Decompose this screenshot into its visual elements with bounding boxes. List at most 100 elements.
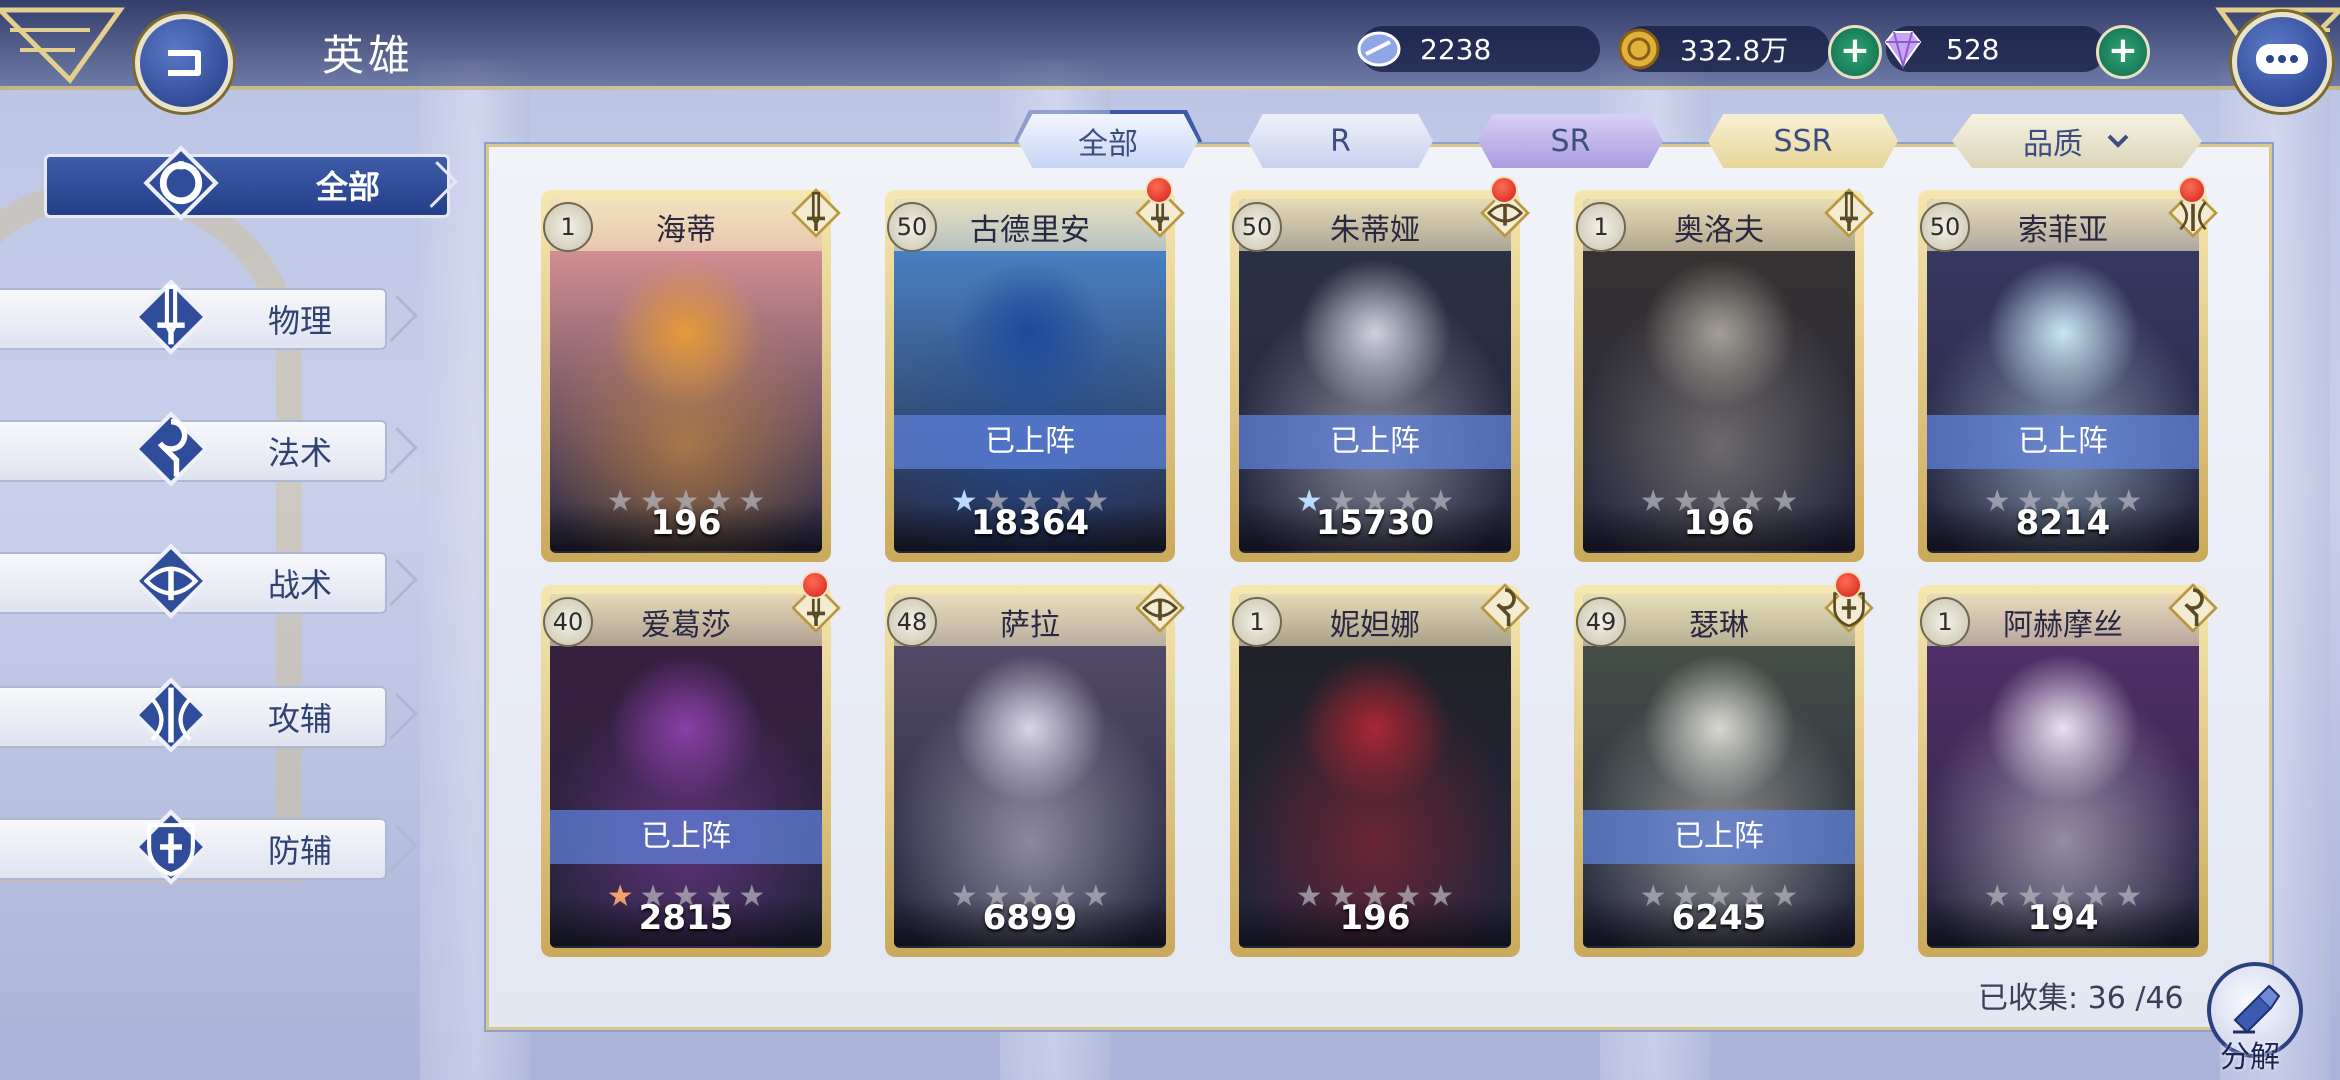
add-gold-button[interactable]: + xyxy=(1828,25,1882,79)
notification-dot xyxy=(1490,176,1518,204)
tab-4[interactable]: 品质 xyxy=(1952,114,2202,168)
hero-power: 196 xyxy=(1583,503,1855,551)
hero-portrait: 瑟琳 已上阵 ★ ★ ★ ★ ★ 6245 xyxy=(1583,594,1855,948)
hero-portrait: 索菲亚 已上阵 ★ ★ ★ ★ ★ 8214 xyxy=(1927,199,2199,553)
collection-count: 已收集: 36 /46 xyxy=(1978,981,2184,1016)
gold-coin-icon xyxy=(1618,28,1660,70)
tab-3[interactable]: SSR xyxy=(1708,114,1898,168)
hero-power: 6899 xyxy=(894,898,1166,946)
sidebar-item-label: 全部 xyxy=(316,168,381,206)
hero-portrait: 萨拉 ★ ★ ★ ★ ★ 6899 xyxy=(894,594,1166,948)
tab-label: 品质 xyxy=(2023,127,2083,162)
sidebar-item-label: 物理 xyxy=(268,302,333,340)
hero-power: 15730 xyxy=(1239,503,1511,551)
notification-dot xyxy=(1145,176,1173,204)
add-diamond-button[interactable]: + xyxy=(2096,25,2150,79)
hero-level: 48 xyxy=(887,597,937,647)
diamond-counter: 528 xyxy=(1884,26,2106,72)
hero-card[interactable]: 爱葛莎 已上阵 ★ ★ ★ ★ ★ 2815 40 xyxy=(541,571,841,957)
hero-card[interactable]: 古德里安 已上阵 ★ ★ ★ ★ ★ 18364 50 xyxy=(885,176,1185,562)
sidebar-item-icon xyxy=(130,540,212,622)
hero-portrait: 阿赫摩丝 ★ ★ ★ ★ ★ 194 xyxy=(1927,594,2199,948)
stamina-icon xyxy=(1357,31,1401,67)
deployed-banner: 已上阵 xyxy=(1583,810,1855,864)
hero-level: 50 xyxy=(887,202,937,252)
sidebar-item-1[interactable]: 物理 xyxy=(0,276,418,358)
tab-2[interactable]: SR xyxy=(1478,114,1663,168)
hero-card[interactable]: 阿赫摩丝 ★ ★ ★ ★ ★ 194 1 xyxy=(1918,583,2218,957)
hero-level: 1 xyxy=(1920,597,1970,647)
sidebar-item-3[interactable]: 战术 xyxy=(0,540,418,622)
hero-level: 49 xyxy=(1576,597,1626,647)
hero-level: 50 xyxy=(1920,202,1970,252)
deployed-banner: 已上阵 xyxy=(894,415,1166,469)
decompose-label: 分解 xyxy=(2220,1040,2280,1075)
tab-label: SSR xyxy=(1773,123,1833,159)
hero-power: 196 xyxy=(1239,898,1511,946)
tab-1[interactable]: R xyxy=(1248,114,1433,168)
notification-dot xyxy=(801,571,829,599)
chat-bubble-icon xyxy=(2256,44,2308,74)
eye-icon xyxy=(133,543,209,619)
sidebar-item-label: 攻辅 xyxy=(268,700,333,738)
hero-portrait: 奥洛夫 ★ ★ ★ ★ ★ 196 xyxy=(1583,199,1855,553)
all-ring-icon xyxy=(143,145,219,221)
hero-role-badge xyxy=(1822,186,1876,240)
hero-power: 18364 xyxy=(894,503,1166,551)
tab-0[interactable]: 全部 xyxy=(1014,110,1202,172)
notification-dot xyxy=(2178,176,2206,204)
hero-portrait: 古德里安 已上阵 ★ ★ ★ ★ ★ 18364 xyxy=(894,199,1166,553)
sidebar-item-5[interactable]: 防辅 xyxy=(0,806,418,888)
hero-card[interactable]: 朱蒂娅 已上阵 ★ ★ ★ ★ ★ 15730 50 xyxy=(1230,176,1530,562)
hero-power: 196 xyxy=(550,503,822,551)
hero-role-badge xyxy=(1133,581,1187,635)
hero-card[interactable]: 奥洛夫 ★ ★ ★ ★ ★ 196 1 xyxy=(1574,188,1874,562)
sidebar-item-background xyxy=(44,154,450,218)
hero-portrait: 妮妲娜 ★ ★ ★ ★ ★ 196 xyxy=(1239,594,1511,948)
sidebar-item-4[interactable]: 攻辅 xyxy=(0,674,418,756)
corner-ornament-left xyxy=(0,7,125,84)
hero-level: 1 xyxy=(1232,597,1282,647)
gold-counter: 332.8万 xyxy=(1618,26,1830,72)
hero-card[interactable]: 瑟琳 已上阵 ★ ★ ★ ★ ★ 6245 49 xyxy=(1574,571,1874,957)
hero-level: 1 xyxy=(543,202,593,252)
deployed-banner: 已上阵 xyxy=(550,810,822,864)
sidebar-item-0[interactable]: 全部 xyxy=(0,142,458,224)
sword-icon xyxy=(791,188,841,238)
hero-portrait: 爱葛莎 已上阵 ★ ★ ★ ★ ★ 2815 xyxy=(550,594,822,948)
sidebar-item-icon xyxy=(130,408,212,490)
chat-button[interactable] xyxy=(2232,12,2332,112)
hero-card[interactable]: 海蒂 ★ ★ ★ ★ ★ 196 1 xyxy=(541,188,841,562)
deployed-banner: 已上阵 xyxy=(1239,415,1511,469)
sidebar-item-label: 战术 xyxy=(268,566,333,604)
page-title: 英雄 xyxy=(322,31,415,80)
hero-card[interactable]: 妮妲娜 ★ ★ ★ ★ ★ 196 1 xyxy=(1230,583,1530,957)
sidebar-item-2[interactable]: 法术 xyxy=(0,408,418,490)
shield-cross-icon xyxy=(133,809,209,885)
sidebar-item-icon xyxy=(130,806,212,888)
hero-card[interactable]: 索菲亚 已上阵 ★ ★ ★ ★ ★ 8214 50 xyxy=(1918,176,2218,562)
tab-label: R xyxy=(1330,123,1351,159)
hero-power: 194 xyxy=(1927,898,2199,946)
notification-dot xyxy=(1834,571,1862,599)
hero-role-badge xyxy=(789,186,843,240)
back-arrow-icon xyxy=(168,50,201,76)
tab-label: 全部 xyxy=(1078,127,1138,162)
tab-label: SR xyxy=(1550,123,1591,159)
hero-level: 1 xyxy=(1576,202,1626,252)
hero-card[interactable]: 萨拉 ★ ★ ★ ★ ★ 6899 48 xyxy=(885,583,1185,957)
hero-portrait: 海蒂 ★ ★ ★ ★ ★ 196 xyxy=(550,199,822,553)
magic-staff-icon xyxy=(1480,583,1530,633)
hero-role-badge xyxy=(2166,581,2220,635)
decompose-icon xyxy=(2233,984,2281,1034)
diamond-icon xyxy=(1884,31,1922,70)
hero-portrait: 朱蒂娅 已上阵 ★ ★ ★ ★ ★ 15730 xyxy=(1239,199,1511,553)
hero-power: 2815 xyxy=(550,898,822,946)
sidebar-item-label: 防辅 xyxy=(268,832,333,870)
hero-level: 50 xyxy=(1232,202,1282,252)
sword-icon xyxy=(133,279,209,355)
back-button[interactable] xyxy=(135,14,233,112)
sidebar-item-label: 法术 xyxy=(268,434,333,472)
hero-power: 6245 xyxy=(1583,898,1855,946)
eye-icon xyxy=(1135,583,1185,633)
